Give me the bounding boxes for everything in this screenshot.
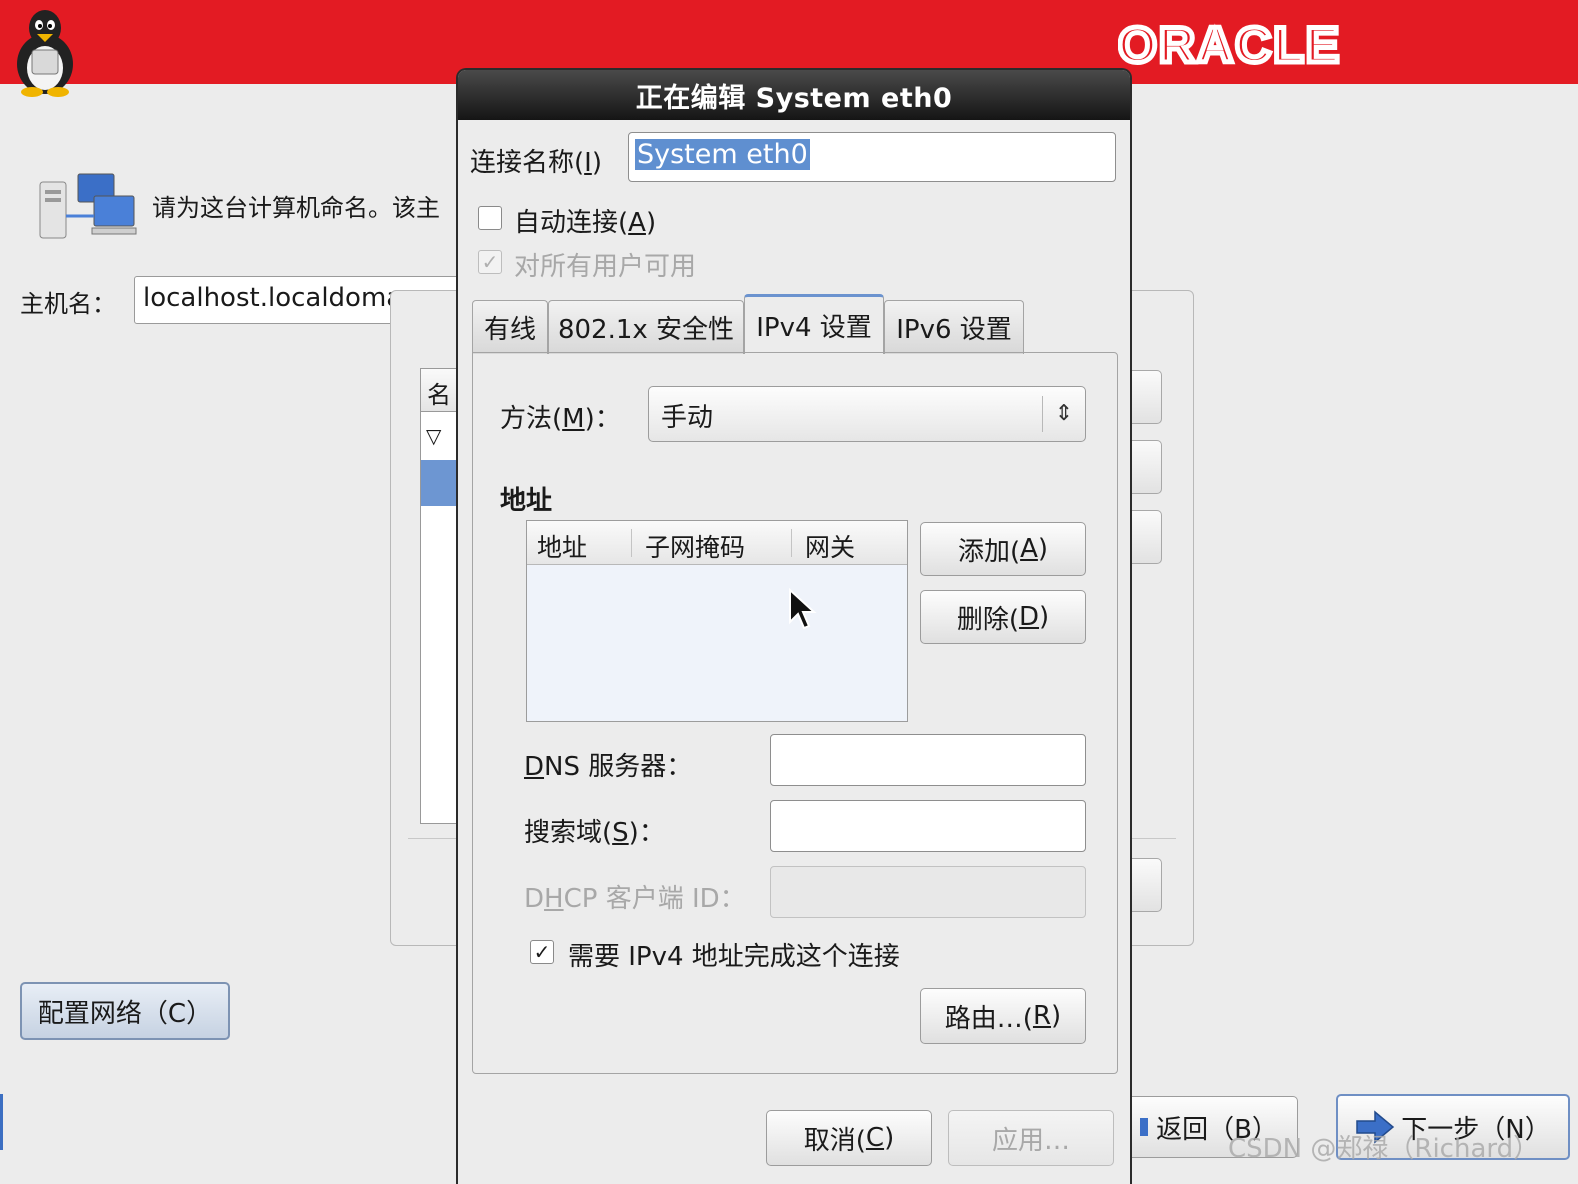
dns-servers-label: DNS 服务器： — [524, 752, 693, 782]
column-header-netmask[interactable]: 子网掩码 — [645, 528, 745, 564]
search-domains-label: 搜索域(S)： — [524, 818, 665, 848]
cancel-button[interactable]: 取消(C) — [766, 1110, 932, 1166]
tux-penguin-icon — [17, 10, 73, 97]
routes-button[interactable]: 路由…(R) — [920, 988, 1086, 1044]
apply-button: 应用… — [948, 1110, 1114, 1166]
connection-name-input[interactable]: System eth0 — [628, 132, 1116, 182]
delete-address-button[interactable]: 删除(D) — [920, 590, 1086, 644]
require-ipv4-checkbox[interactable]: ✓ — [530, 940, 554, 964]
expand-triangle-icon[interactable]: ▽ — [426, 424, 441, 448]
tab-wired[interactable]: 有线 — [472, 300, 548, 354]
require-ipv4-label[interactable]: 需要 IPv4 地址完成这个连接 — [568, 936, 900, 973]
svg-text:ORACLE: ORACLE — [1118, 18, 1341, 70]
back-arrow-icon — [1140, 1118, 1149, 1136]
select-arrows-icon[interactable]: ⇕ — [1046, 392, 1082, 436]
method-label: 方法(M)： — [500, 404, 621, 434]
dialog-title[interactable]: 正在编辑 System eth0 — [458, 70, 1130, 120]
network-computers-icon — [39, 173, 137, 239]
tab-ipv4-settings[interactable]: IPv4 设置 — [744, 294, 884, 354]
network-edit-button[interactable] — [1130, 440, 1162, 494]
tab-ipv6-settings[interactable]: IPv6 设置 — [884, 300, 1024, 354]
dhcp-client-id-label: DHCP 客户端 ID： — [524, 884, 746, 914]
mouse-pointer-icon — [789, 588, 817, 630]
all-users-label: 对所有用户可用 — [514, 252, 697, 282]
method-select[interactable]: 手动 — [648, 386, 1086, 442]
column-separator — [631, 529, 632, 557]
method-select-separator — [1042, 396, 1043, 432]
hostname-prompt: 请为这台计算机命名。该主 — [152, 194, 440, 222]
all-users-checkbox: ✓ — [478, 250, 502, 274]
add-address-button[interactable]: 添加(A) — [920, 522, 1086, 576]
edit-connection-dialog: 正在编辑 System eth0 连接名称(I) System eth0 自动连… — [456, 68, 1132, 1184]
column-separator — [791, 529, 792, 557]
oracle-logo: ORACLE — [1116, 15, 1448, 76]
configure-network-button[interactable]: 配置网络（C） — [20, 982, 230, 1040]
network-delete-button[interactable] — [1130, 510, 1162, 564]
address-table-header: 地址 子网掩码 网关 — [527, 521, 907, 565]
column-header-gateway[interactable]: 网关 — [805, 528, 855, 564]
dhcp-client-id-input — [770, 866, 1086, 918]
network-add-button[interactable] — [1130, 370, 1162, 424]
search-domains-input[interactable] — [770, 800, 1086, 852]
column-header-address[interactable]: 地址 — [537, 528, 587, 564]
tab-8021x-security[interactable]: 802.1x 安全性 — [548, 300, 744, 354]
connection-name-label: 连接名称(I) — [470, 148, 602, 178]
dns-servers-input[interactable] — [770, 734, 1086, 786]
hostname-label: 主机名： — [20, 290, 116, 318]
auto-connect-label[interactable]: 自动连接(A) — [514, 202, 656, 239]
auto-connect-checkbox[interactable] — [478, 206, 502, 230]
network-close-button[interactable] — [1130, 858, 1162, 912]
address-section-title: 地址 — [500, 486, 553, 516]
csdn-watermark: CSDN @郑禄（Richard） — [1228, 1134, 1540, 1164]
left-edge-marker — [0, 1094, 3, 1150]
